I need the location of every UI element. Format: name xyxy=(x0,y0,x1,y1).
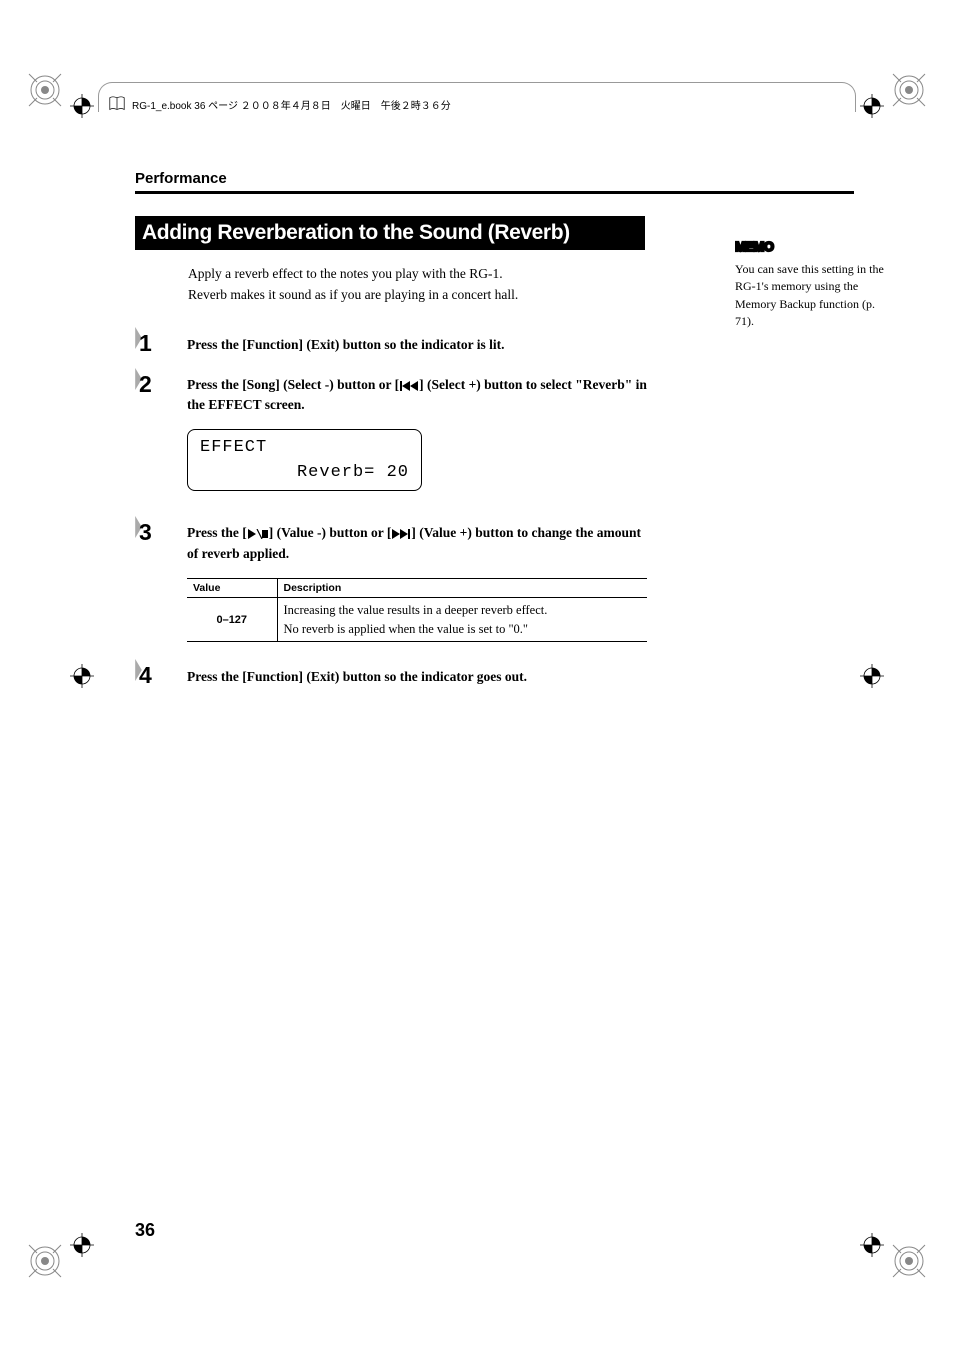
lcd-display: EFFECT Reverb= 20 xyxy=(187,429,422,491)
step-number: 3 xyxy=(135,519,173,546)
table-cell-value: 0–127 xyxy=(187,597,277,642)
memo-sidebar: MEMOMEMO You can save this setting in th… xyxy=(735,238,890,331)
table-cell-description: Increasing the value results in a deeper… xyxy=(277,597,647,642)
lcd-line-2: Reverb= 20 xyxy=(297,463,409,482)
intro-line-2: Reverb makes it sound as if you are play… xyxy=(188,285,650,306)
horizontal-rule xyxy=(135,191,854,194)
step-2: 2 Press the [Song] (Select -) button or … xyxy=(135,371,650,416)
step-number: 2 xyxy=(135,371,173,398)
play-stop-icon xyxy=(248,529,268,539)
page-number: 36 xyxy=(135,1220,155,1241)
step-body: Press the [] (Value -) button or [] (Val… xyxy=(187,519,650,564)
table-header-description: Description xyxy=(277,578,647,597)
page-header-bar: RG-1_e.book 36 ページ ２００８年４月８日 火曜日 午後２時３６分 xyxy=(108,95,451,113)
book-icon xyxy=(108,95,126,113)
step-number: 4 xyxy=(135,662,173,689)
table-header-value: Value xyxy=(187,578,277,597)
intro-paragraph: Apply a reverb effect to the notes you p… xyxy=(188,264,650,306)
page-header-text: RG-1_e.book 36 ページ ２００８年４月８日 火曜日 午後２時３６分 xyxy=(132,97,451,112)
section-header: Performance xyxy=(135,170,854,187)
memo-text: You can save this setting in the RG-1's … xyxy=(735,261,890,331)
prev-track-icon xyxy=(400,381,418,391)
step-3: 3 Press the [] (Value -) button or [] (V… xyxy=(135,519,650,564)
table-row: 0–127 Increasing the value results in a … xyxy=(187,597,647,642)
memo-label: MEMOMEMO xyxy=(735,238,890,259)
lcd-line-1: EFFECT xyxy=(200,438,267,457)
step-body: Press the [Function] (Exit) button so th… xyxy=(187,662,650,687)
intro-line-1: Apply a reverb effect to the notes you p… xyxy=(188,264,650,285)
step-4: 4 Press the [Function] (Exit) button so … xyxy=(135,662,650,689)
main-heading: Adding Reverberation to the Sound (Rever… xyxy=(135,216,645,250)
next-track-icon xyxy=(392,529,410,539)
step-body: Press the [Function] (Exit) button so th… xyxy=(187,330,650,355)
svg-text:MEMO: MEMO xyxy=(735,239,774,254)
step-number: 1 xyxy=(135,330,173,357)
value-table: Value Description 0–127 Increasing the v… xyxy=(187,578,647,643)
step-1: 1 Press the [Function] (Exit) button so … xyxy=(135,330,650,357)
step-body: Press the [Song] (Select -) button or []… xyxy=(187,371,650,416)
